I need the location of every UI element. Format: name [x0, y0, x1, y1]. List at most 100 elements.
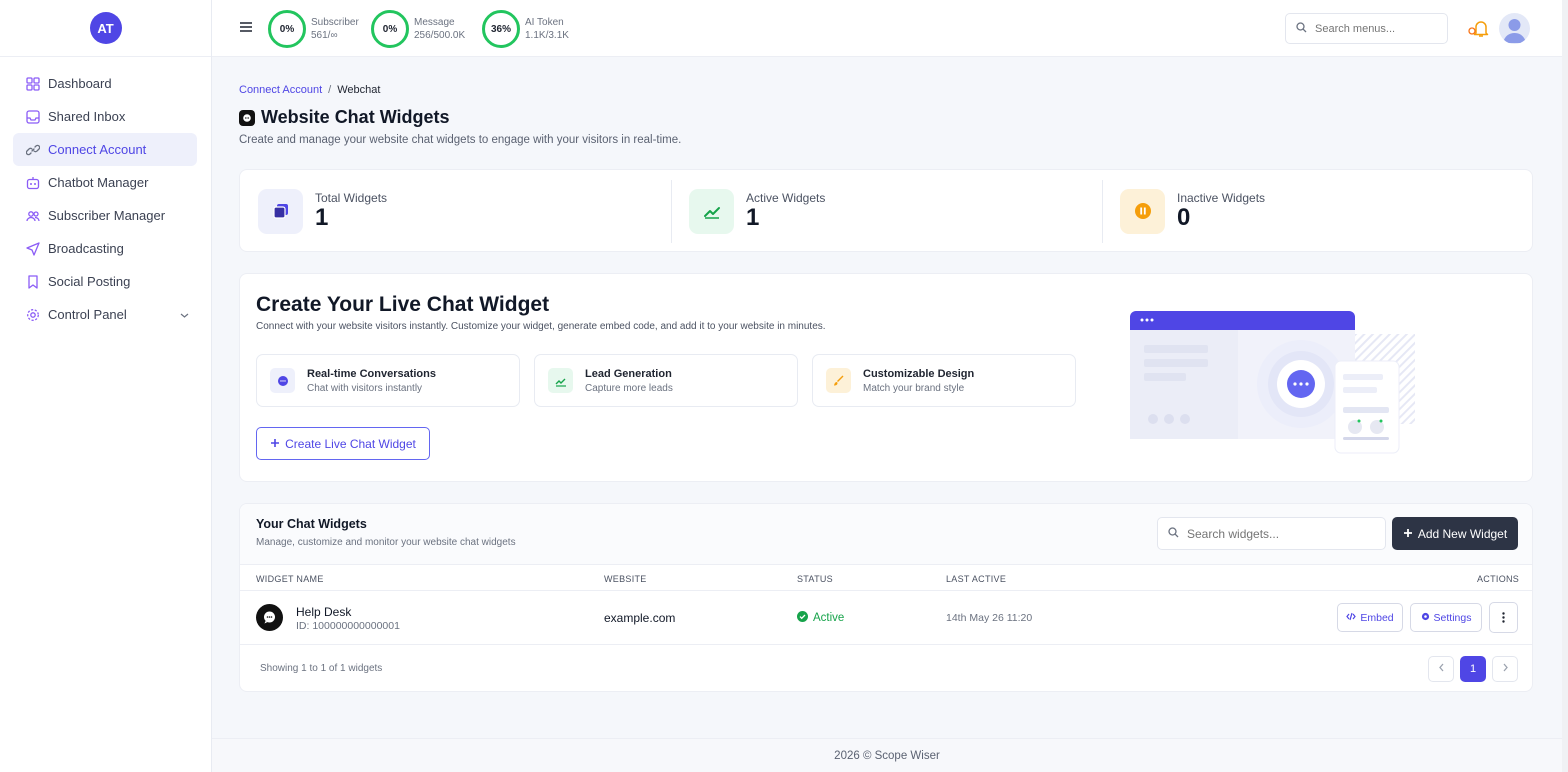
button-label: Add New Widget	[1417, 526, 1508, 541]
feature-customizable-design: Customizable Design Match your brand sty…	[812, 354, 1076, 407]
usage-value: 561/∞	[311, 30, 338, 41]
add-new-widget-button[interactable]: Add New Widget	[1392, 517, 1518, 550]
widget-illustration	[1130, 304, 1420, 464]
sidebar-item-shared-inbox[interactable]: Shared Inbox	[13, 100, 197, 133]
feature-title: Customizable Design	[863, 367, 975, 380]
breadcrumb-connect-account[interactable]: Connect Account	[239, 84, 322, 96]
create-widget-card: Create Your Live Chat Widget Connect wit…	[239, 273, 1533, 482]
breadcrumb: Connect Account / Webchat	[239, 84, 380, 96]
user-avatar[interactable]	[1499, 13, 1530, 44]
code-icon	[1346, 612, 1357, 624]
stat-total-widgets: Total Widgets 1	[258, 188, 387, 234]
avatar[interactable]: AT	[89, 12, 122, 44]
check-circle-icon	[797, 611, 808, 625]
column-header: LAST ACTIVE	[946, 574, 1007, 584]
usage-label: Message	[414, 17, 455, 28]
stat-inactive-widgets: Inactive Widgets 0	[1120, 188, 1265, 234]
column-header: WIDGET NAME	[256, 574, 324, 584]
feature-subtitle: Match your brand style	[863, 382, 965, 394]
button-label: Embed	[1360, 611, 1394, 624]
bot-icon	[25, 175, 41, 191]
widget-stats-card: Total Widgets 1 Active Widgets 1 Inactiv…	[239, 169, 1533, 252]
embed-button[interactable]: Embed	[1337, 603, 1403, 632]
notification-bell-icon[interactable]	[1467, 18, 1489, 38]
page-title: Website Chat Widgets	[239, 107, 450, 128]
sidebar-item-control-panel[interactable]: Control Panel	[13, 298, 197, 331]
pause-icon	[1120, 188, 1165, 234]
chat-bubble-icon	[256, 604, 283, 631]
sidebar-item-dashboard[interactable]: Dashboard	[13, 67, 197, 100]
divider	[240, 644, 1532, 645]
plus-icon	[1403, 527, 1413, 541]
link-icon	[25, 142, 41, 158]
gear-icon	[25, 307, 41, 323]
stat-value: 1	[746, 204, 760, 231]
stat-label: Inactive Widgets	[1177, 191, 1266, 205]
message-usage: Message 256/500.0K	[414, 16, 465, 42]
pagination-next[interactable]	[1492, 656, 1518, 682]
page-subtitle: Create and manage your website chat widg…	[239, 134, 682, 146]
search-icon	[1296, 21, 1307, 36]
sidebar-item-label: Broadcasting	[48, 241, 124, 256]
inbox-icon	[25, 109, 41, 125]
subscriber-usage-ring: 0%	[268, 10, 306, 48]
section-subtitle: Manage, customize and monitor your websi…	[256, 537, 516, 548]
sidebar-header: AT	[0, 0, 211, 57]
divider	[1102, 180, 1103, 243]
pagination-prev[interactable]	[1428, 656, 1454, 682]
widget-website: example.com	[604, 611, 676, 625]
chat-bubble-icon	[239, 109, 255, 126]
pagination-page[interactable]: 1	[1460, 656, 1486, 682]
column-header: STATUS	[797, 574, 833, 584]
sidebar-item-label: Control Panel	[48, 307, 127, 322]
stat-label: Total Widgets	[315, 191, 388, 205]
usage-label: Subscriber	[311, 17, 359, 28]
menu-icon[interactable]	[239, 20, 253, 34]
sidebar-item-label: Chatbot Manager	[48, 175, 149, 190]
search-input[interactable]	[1315, 22, 1435, 35]
stat-active-widgets: Active Widgets 1	[689, 188, 825, 234]
widget-search	[1157, 517, 1386, 550]
breadcrumb-separator: /	[328, 84, 332, 96]
dashboard-icon	[25, 76, 41, 92]
widget-search-input[interactable]	[1187, 526, 1367, 541]
ai-token-usage: AI Token 1.1K/3.1K	[525, 16, 569, 42]
chevron-right-icon	[1502, 663, 1509, 675]
trend-up-icon	[689, 188, 734, 234]
brush-icon	[826, 368, 851, 393]
feature-realtime: Real-time Conversations Chat with visito…	[256, 354, 520, 407]
sidebar-item-chatbot-manager[interactable]: Chatbot Manager	[13, 166, 197, 199]
sidebar-item-subscriber-manager[interactable]: Subscriber Manager	[13, 199, 197, 232]
settings-button[interactable]: Settings	[1410, 603, 1482, 632]
divider	[240, 564, 1532, 565]
column-header: ACTIONS	[1477, 574, 1520, 584]
sidebar: AT Dashboard Shared Inbox Connect Accoun…	[0, 0, 212, 772]
page-title-text: Website Chat Widgets	[261, 107, 450, 127]
column-header: WEBSITE	[604, 574, 647, 584]
pagination-summary: Showing 1 to 1 of 1 widgets	[260, 663, 383, 674]
more-options-icon[interactable]	[1489, 602, 1518, 633]
chevron-down-icon	[180, 308, 189, 323]
sidebar-item-connect-account[interactable]: Connect Account	[13, 133, 197, 166]
section-title: Your Chat Widgets	[256, 517, 367, 531]
usage-label: AI Token	[525, 17, 564, 28]
sidebar-item-broadcasting[interactable]: Broadcasting	[13, 232, 197, 265]
feature-subtitle: Chat with visitors instantly	[307, 382, 423, 394]
sidebar-item-social-posting[interactable]: Social Posting	[13, 265, 197, 298]
table-header-bar: Your Chat Widgets Manage, customize and …	[240, 504, 1532, 564]
subscriber-usage: Subscriber 561/∞	[311, 16, 359, 42]
sidebar-item-label: Social Posting	[48, 274, 131, 289]
usage-value: 256/500.0K	[414, 30, 466, 41]
divider	[240, 590, 1532, 591]
stat-value: 0	[1177, 204, 1191, 231]
scrollbar[interactable]	[1562, 0, 1568, 772]
button-label: Settings	[1433, 611, 1472, 624]
breadcrumb-current: Webchat	[337, 84, 381, 96]
widget-name[interactable]: Help Desk	[296, 605, 351, 619]
divider	[671, 180, 672, 243]
feature-title: Real-time Conversations	[307, 367, 436, 380]
sidebar-item-label: Connect Account	[48, 142, 147, 157]
feature-title: Lead Generation	[585, 367, 672, 380]
create-live-chat-widget-button[interactable]: Create Live Chat Widget	[256, 427, 430, 460]
usage-value: 1.1K/3.1K	[525, 30, 569, 41]
